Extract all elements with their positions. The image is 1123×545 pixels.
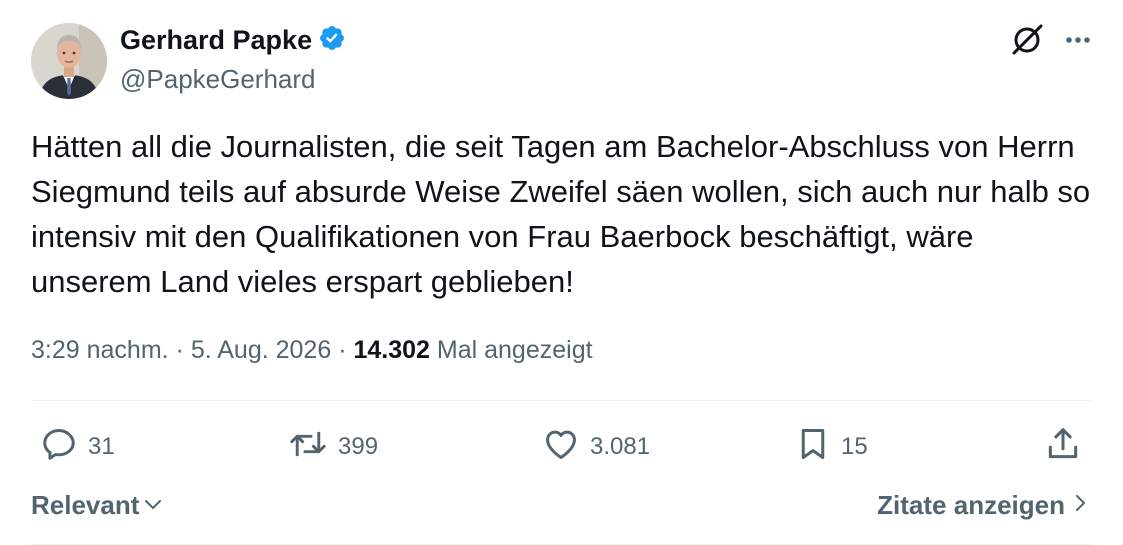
sort-dropdown[interactable]: Relevant (31, 490, 163, 521)
reply-count: 31 (88, 433, 115, 460)
share-icon (1044, 425, 1082, 470)
reply-icon (40, 425, 78, 470)
views-count: 14.302 (353, 336, 430, 364)
author-name-row[interactable]: Gerhard Papke (120, 24, 346, 57)
reply-button[interactable]: 31 (40, 427, 115, 467)
bookmark-button[interactable]: 15 (795, 427, 868, 467)
tweet-meta: 3:29 nachm. · 5. Aug. 2026 · 14.302 Mal … (31, 336, 593, 365)
more-icon[interactable] (1063, 25, 1093, 60)
like-count: 3.081 (590, 433, 651, 460)
meta-separator: · (175, 336, 184, 364)
tweet-text: Hätten all die Journalisten, die seit Ta… (31, 129, 1091, 299)
sort-label: Relevant (31, 490, 140, 520)
like-icon (542, 425, 580, 470)
bookmark-count: 15 (841, 433, 868, 460)
avatar[interactable] (31, 23, 107, 99)
repost-icon (288, 425, 328, 470)
views-label: Mal angezeigt (436, 336, 593, 364)
chevron-right-icon (1073, 490, 1087, 521)
tweet-time[interactable]: 3:29 nachm. (31, 336, 169, 364)
tweet-header-actions (1009, 22, 1093, 63)
quotes-label: Zitate anzeigen (877, 490, 1065, 520)
view-quotes-link[interactable]: Zitate anzeigen (877, 490, 1087, 521)
meta-separator: · (338, 336, 347, 364)
tweet-date[interactable]: 5. Aug. 2026 (191, 336, 331, 364)
bookmark-icon (795, 425, 831, 470)
repost-button[interactable]: 399 (288, 427, 378, 467)
divider (31, 400, 1093, 401)
author-display-name[interactable]: Gerhard Papke (120, 25, 312, 56)
chevron-down-icon (143, 490, 163, 521)
repost-count: 399 (338, 433, 379, 460)
verified-badge-icon (318, 24, 346, 57)
author-handle[interactable]: @PapkeGerhard (120, 64, 316, 95)
like-button[interactable]: 3.081 (542, 427, 650, 467)
share-button[interactable] (1044, 427, 1082, 467)
grok-icon[interactable] (1009, 22, 1045, 63)
